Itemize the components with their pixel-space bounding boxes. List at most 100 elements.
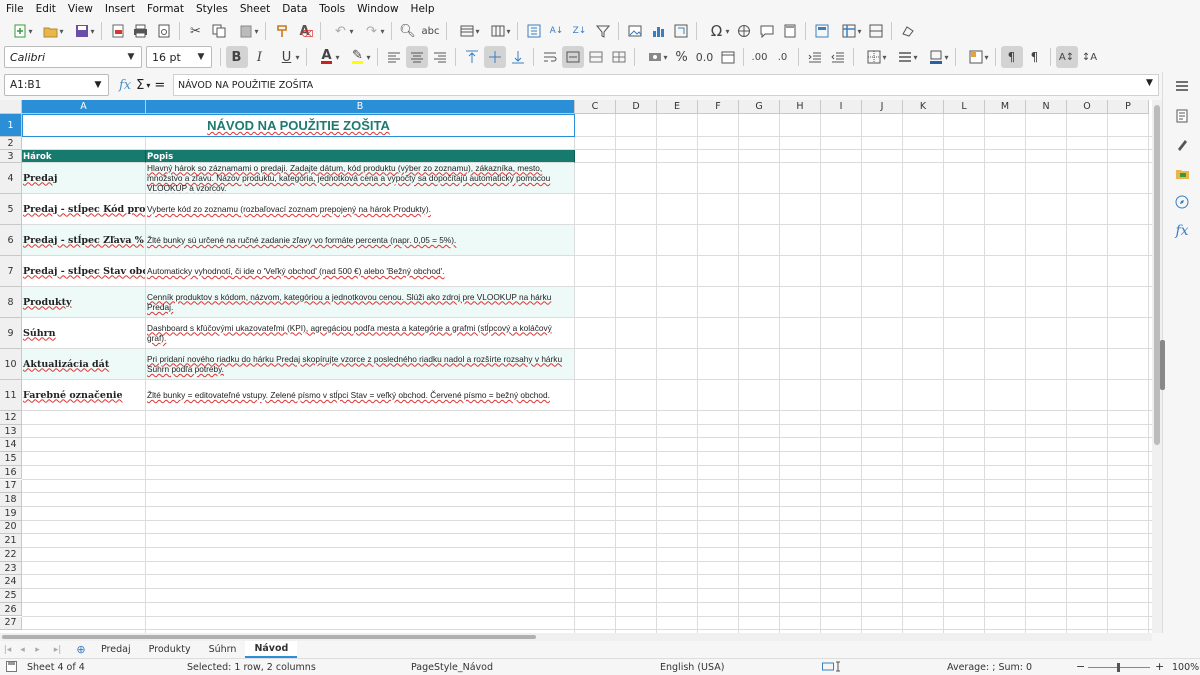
merge-cells-icon[interactable] <box>585 46 607 68</box>
pivot-table-icon[interactable] <box>670 20 692 42</box>
align-left-icon[interactable] <box>383 46 405 68</box>
italic-icon[interactable]: I <box>249 46 271 68</box>
sheet-tab-1[interactable]: Predaj <box>92 641 140 658</box>
split-window-icon[interactable] <box>865 20 887 42</box>
special-character-icon[interactable]: Ω <box>702 20 732 42</box>
clear-formatting-icon[interactable]: A ⌫ <box>294 20 316 42</box>
corner-select-all[interactable] <box>0 100 22 114</box>
sheet-name-cell[interactable]: Predaj - stĺpec Stav obchodu <box>22 256 146 287</box>
menu-styles[interactable]: Styles <box>190 3 234 15</box>
description-cell[interactable]: Hlavný hárok so záznamami o predaji. Zad… <box>146 163 575 194</box>
border-color-icon[interactable] <box>921 46 951 68</box>
redo-icon[interactable]: ↷ <box>357 20 387 42</box>
row-header[interactable]: 4 <box>0 163 22 194</box>
column-header[interactable]: N <box>1026 100 1067 114</box>
header-cell[interactable]: Hárok <box>22 150 146 163</box>
row-header[interactable]: 7 <box>0 256 22 287</box>
row-header[interactable]: 2 <box>0 137 22 150</box>
add-sheet-icon[interactable]: ⊕ <box>70 643 92 656</box>
align-bottom-icon[interactable] <box>507 46 529 68</box>
sidebar-resize-handle[interactable] <box>1160 340 1165 390</box>
formula-input[interactable]: NÁVOD NA POUŽITIE ZOŠITA <box>173 74 1159 96</box>
row-header[interactable]: 19 <box>0 506 22 521</box>
function-wizard-icon[interactable]: fx <box>119 78 131 93</box>
copy-icon[interactable] <box>208 20 230 42</box>
add-decimal-icon[interactable]: .00 <box>749 46 771 68</box>
currency-format-icon[interactable] <box>640 46 670 68</box>
comment-icon[interactable] <box>756 20 778 42</box>
sheet-tab-2[interactable]: Produkty <box>140 641 200 658</box>
percent-format-icon[interactable]: % <box>671 46 693 68</box>
selection-mode-icon[interactable] <box>822 661 842 675</box>
sheet-name-cell[interactable]: Predaj - stĺpec Zľava % <box>22 225 146 256</box>
description-cell[interactable]: Automaticky vyhodnotí, či ide o 'Veľký o… <box>146 256 575 287</box>
cut-icon[interactable]: ✂ <box>185 20 207 42</box>
description-cell[interactable]: Dashboard s kľúčovými ukazovateľmi (KPI)… <box>146 318 575 349</box>
undo-icon[interactable]: ↶ <box>326 20 356 42</box>
show-draw-functions-icon[interactable] <box>897 20 919 42</box>
border-style-icon[interactable] <box>890 46 920 68</box>
chevron-down-icon[interactable]: ▼ <box>191 47 211 67</box>
sort-ascending-icon[interactable]: A↓ <box>546 20 568 42</box>
print-icon[interactable] <box>130 20 152 42</box>
chevron-down-icon[interactable]: ▾ <box>146 81 150 90</box>
styles-icon[interactable] <box>1172 134 1192 154</box>
sum-icon[interactable]: Σ <box>136 78 144 93</box>
first-sheet-icon[interactable]: |◂ <box>0 645 15 655</box>
menu-file[interactable]: File <box>0 3 30 15</box>
column-header[interactable]: O <box>1067 100 1108 114</box>
new-document-icon[interactable] <box>5 20 35 42</box>
delete-decimal-icon[interactable]: .0 <box>772 46 794 68</box>
clone-formatting-icon[interactable] <box>271 20 293 42</box>
sheet-tab-3[interactable]: Súhrn <box>200 641 246 658</box>
row-header[interactable]: 6 <box>0 225 22 256</box>
borders-icon[interactable] <box>859 46 889 68</box>
unmerge-cells-icon[interactable] <box>608 46 630 68</box>
vertical-text-icon[interactable]: ↕A <box>1079 46 1101 68</box>
column-header[interactable]: L <box>944 100 985 114</box>
decrease-indent-icon[interactable] <box>827 46 849 68</box>
hyperlink-icon[interactable] <box>733 20 755 42</box>
chevron-down-icon[interactable]: ▼ <box>88 75 108 95</box>
row-header[interactable]: 20 <box>0 520 22 535</box>
sheet-name-cell[interactable]: Aktualizácia dát <box>22 349 146 380</box>
description-cell[interactable]: Pri pridaní nového riadku do hárku Preda… <box>146 349 575 380</box>
autofilter-icon[interactable] <box>592 20 614 42</box>
font-size-box[interactable]: 16 pt ▼ <box>146 46 212 68</box>
align-right-icon[interactable] <box>429 46 451 68</box>
font-color-icon[interactable]: A <box>312 46 342 68</box>
align-top-icon[interactable] <box>461 46 483 68</box>
save-icon[interactable] <box>67 20 97 42</box>
spelling-icon[interactable]: abc <box>420 20 442 42</box>
title-cell[interactable]: NÁVOD NA POUŽITIE ZOŠITA <box>22 114 575 137</box>
row-icon[interactable] <box>452 20 482 42</box>
column-header[interactable]: I <box>821 100 862 114</box>
column-header[interactable]: H <box>780 100 821 114</box>
description-cell[interactable]: Žlté bunky sú určené na ručné zadanie zľ… <box>146 225 575 256</box>
previous-sheet-icon[interactable]: ◂ <box>15 645 30 655</box>
column-icon[interactable] <box>483 20 513 42</box>
text-direction-icon[interactable]: A↕ <box>1055 46 1078 68</box>
scrollbar-thumb[interactable] <box>1154 105 1160 445</box>
column-header[interactable]: G <box>739 100 780 114</box>
row-header[interactable]: 23 <box>0 561 22 576</box>
font-name-box[interactable]: Calibri ▼ <box>4 46 142 68</box>
next-sheet-icon[interactable]: ▸ <box>30 645 45 655</box>
menu-edit[interactable]: Edit <box>30 3 62 15</box>
name-box[interactable]: A1:B1 ▼ <box>4 74 109 96</box>
column-header[interactable]: E <box>657 100 698 114</box>
row-header[interactable]: 14 <box>0 438 22 453</box>
row-header[interactable]: 18 <box>0 493 22 507</box>
row-header[interactable]: 12 <box>0 411 22 425</box>
menu-icon[interactable] <box>1172 76 1192 96</box>
navigator-icon[interactable] <box>1172 192 1192 212</box>
column-header[interactable]: M <box>985 100 1026 114</box>
menu-view[interactable]: View <box>62 3 99 15</box>
right-to-left-icon[interactable]: ¶ <box>1024 46 1046 68</box>
row-header[interactable]: 25 <box>0 589 22 603</box>
row-header[interactable]: 27 <box>0 616 22 631</box>
insert-chart-icon[interactable] <box>647 20 669 42</box>
export-pdf-icon[interactable] <box>107 20 129 42</box>
paste-icon[interactable] <box>231 20 261 42</box>
row-header[interactable]: 10 <box>0 349 22 380</box>
